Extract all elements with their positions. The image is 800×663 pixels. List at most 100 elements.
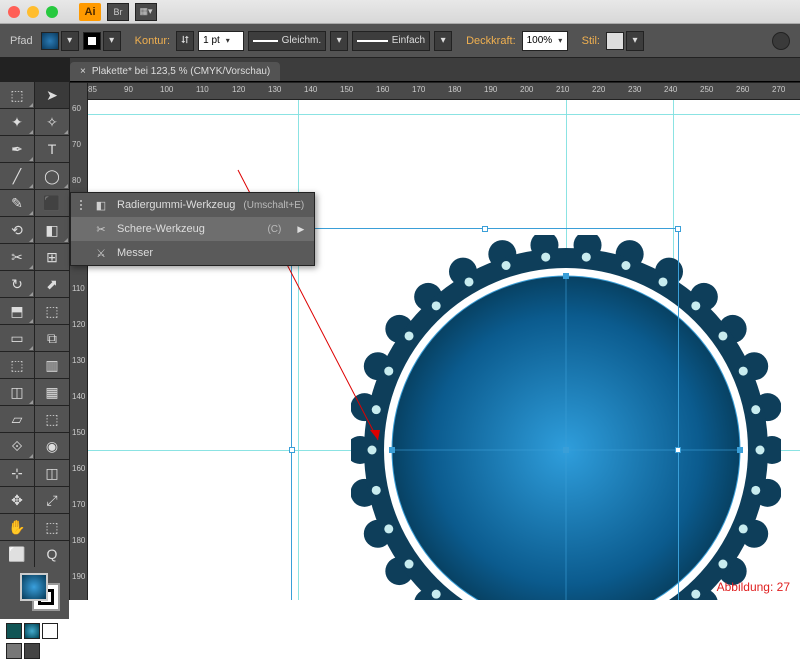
document-tab-label: Plakette* bei 123,5 % (CMYK/Vorschau) <box>92 66 270 77</box>
fill-swatch[interactable] <box>41 32 59 50</box>
tool-button[interactable]: ✋ <box>0 514 34 540</box>
bridge-button[interactable]: Br <box>107 3 129 21</box>
tool-button[interactable]: T <box>35 136 69 162</box>
color-mode-solid[interactable] <box>6 623 22 639</box>
tool-button[interactable]: Q <box>35 541 69 567</box>
color-mode-gradient[interactable] <box>24 623 40 639</box>
style-swatch[interactable] <box>606 32 624 50</box>
stroke-swatch-menu[interactable]: ▾ <box>103 31 121 51</box>
opacity-input[interactable]: 100%▾ <box>522 31 568 51</box>
tool-button[interactable]: ◧ <box>35 217 69 243</box>
screen-mode-full[interactable] <box>24 643 40 659</box>
tool-button[interactable]: ↻ <box>0 271 34 297</box>
tool-button[interactable]: ⤢ <box>35 487 69 513</box>
tools-panel: ⬚➤✦✧✒T╱◯✎⬛⟲◧✂⊞↻⬈⬒⬚▭⧉⬚▥◫▦▱⬚⟐◉⊹◫✥⤢✋⬚⬜Q <box>0 58 70 600</box>
guide-horizontal[interactable] <box>88 114 800 115</box>
tool-button[interactable]: ✦ <box>0 109 34 135</box>
tool-button[interactable]: ⬛ <box>35 190 69 216</box>
ruler-tick: 70 <box>72 140 86 149</box>
resize-handle[interactable] <box>675 447 681 453</box>
flyout-item-label: Messer <box>117 247 153 259</box>
resize-handle[interactable] <box>289 447 295 453</box>
tool-button[interactable]: ◫ <box>35 460 69 486</box>
tool-button[interactable]: ▥ <box>35 352 69 378</box>
tool-button[interactable]: ⬚ <box>35 406 69 432</box>
flyout-item-shortcut: (Umschalt+E) <box>243 200 304 211</box>
flyout-item[interactable]: ✂Schere-Werkzeug(C)▶ <box>71 217 314 241</box>
color-well[interactable] <box>0 567 69 619</box>
style-arrow[interactable]: ▾ <box>626 31 644 51</box>
ruler-tick: 140 <box>72 392 86 401</box>
minimize-window-button[interactable] <box>27 6 39 18</box>
screen-mode-normal[interactable] <box>6 643 22 659</box>
resize-handle[interactable] <box>482 226 488 232</box>
tool-button[interactable]: ⬜ <box>0 541 34 567</box>
tool-button[interactable]: ⬚ <box>35 298 69 324</box>
arrange-documents-button[interactable]: ▦▾ <box>135 3 157 21</box>
tool-button[interactable]: ⊹ <box>0 460 34 486</box>
tool-button[interactable]: ◉ <box>35 433 69 459</box>
resize-handle[interactable] <box>675 226 681 232</box>
tool-button[interactable]: ╱ <box>0 163 34 189</box>
color-mode-none[interactable] <box>42 623 58 639</box>
canvas[interactable] <box>88 100 800 600</box>
tool-button[interactable]: ◯ <box>35 163 69 189</box>
recolor-artwork-button[interactable] <box>772 32 790 50</box>
tool-button[interactable]: ✒ <box>0 136 34 162</box>
stroke-weight-input[interactable]: 1 pt▾ <box>198 31 244 51</box>
tool-button[interactable]: ▦ <box>35 379 69 405</box>
tool-button[interactable]: ✥ <box>0 487 34 513</box>
window-titlebar: Ai Br ▦▾ <box>0 0 800 24</box>
tool-button[interactable]: ✎ <box>0 190 34 216</box>
tool-button[interactable]: ⬚ <box>35 514 69 540</box>
flyout-item[interactable]: ⚔ Messer <box>71 241 314 265</box>
grip-icon <box>77 200 85 210</box>
ruler-tick: 130 <box>72 356 86 365</box>
fill-color-well[interactable] <box>20 573 48 601</box>
ruler-tick: 270 <box>772 85 785 94</box>
ruler-tick: 170 <box>412 85 425 94</box>
submenu-indicator-icon: ▶ <box>297 224 304 235</box>
tool-button[interactable]: ⬈ <box>35 271 69 297</box>
close-window-button[interactable] <box>8 6 20 18</box>
ruler-tick: 150 <box>72 428 86 437</box>
brush-select[interactable]: Einfach <box>352 31 430 51</box>
ruler-tick: 250 <box>700 85 713 94</box>
tool-button[interactable]: ▱ <box>0 406 34 432</box>
ruler-tick: 110 <box>196 85 209 94</box>
tool-button[interactable]: ◫ <box>0 379 34 405</box>
stroke-profile-select[interactable]: Gleichm. <box>248 31 326 51</box>
tool-button[interactable]: ⬚ <box>0 352 34 378</box>
ruler-tick: 80 <box>72 176 86 185</box>
stroke-swatch[interactable] <box>83 32 101 50</box>
vertical-ruler[interactable]: 60708090100110120130140150160170180190 <box>70 100 88 600</box>
tool-button[interactable]: ⧉ <box>35 325 69 351</box>
horizontal-ruler[interactable]: 8590100110120130140150160170180190200210… <box>70 82 800 100</box>
brush-arrow[interactable]: ▾ <box>434 31 452 51</box>
ruler-tick: 150 <box>340 85 353 94</box>
tool-button[interactable]: ▭ <box>0 325 34 351</box>
ruler-tick: 90 <box>124 85 133 94</box>
tool-button[interactable]: ⊞ <box>35 244 69 270</box>
tool-button[interactable]: ⬚ <box>0 82 34 108</box>
selection-bounding-box[interactable] <box>291 228 679 600</box>
tool-icon: ⚔ <box>93 247 109 260</box>
tool-button[interactable]: ⟐ <box>0 433 34 459</box>
fill-swatch-menu[interactable]: ▾ <box>61 31 79 51</box>
flyout-item[interactable]: ◧Radiergummi-Werkzeug(Umschalt+E) <box>71 193 314 217</box>
stroke-profile-arrow[interactable]: ▾ <box>330 31 348 51</box>
screen-mode-switches <box>0 643 69 663</box>
tool-button[interactable]: ⟲ <box>0 217 34 243</box>
ruler-origin[interactable] <box>70 83 88 101</box>
tool-button[interactable]: ➤ <box>35 82 69 108</box>
tool-button[interactable]: ⬒ <box>0 298 34 324</box>
flyout-item-label: Schere-Werkzeug <box>117 223 205 235</box>
zoom-window-button[interactable] <box>46 6 58 18</box>
document-tab[interactable]: × Plakette* bei 123,5 % (CMYK/Vorschau) <box>70 62 280 81</box>
ruler-tick: 200 <box>520 85 533 94</box>
stroke-weight-stepper[interactable]: ⮃ <box>176 31 194 51</box>
tool-button[interactable]: ✧ <box>35 109 69 135</box>
tool-button[interactable]: ✂ <box>0 244 34 270</box>
close-tab-icon[interactable]: × <box>80 66 86 77</box>
ruler-tick: 60 <box>72 104 86 113</box>
